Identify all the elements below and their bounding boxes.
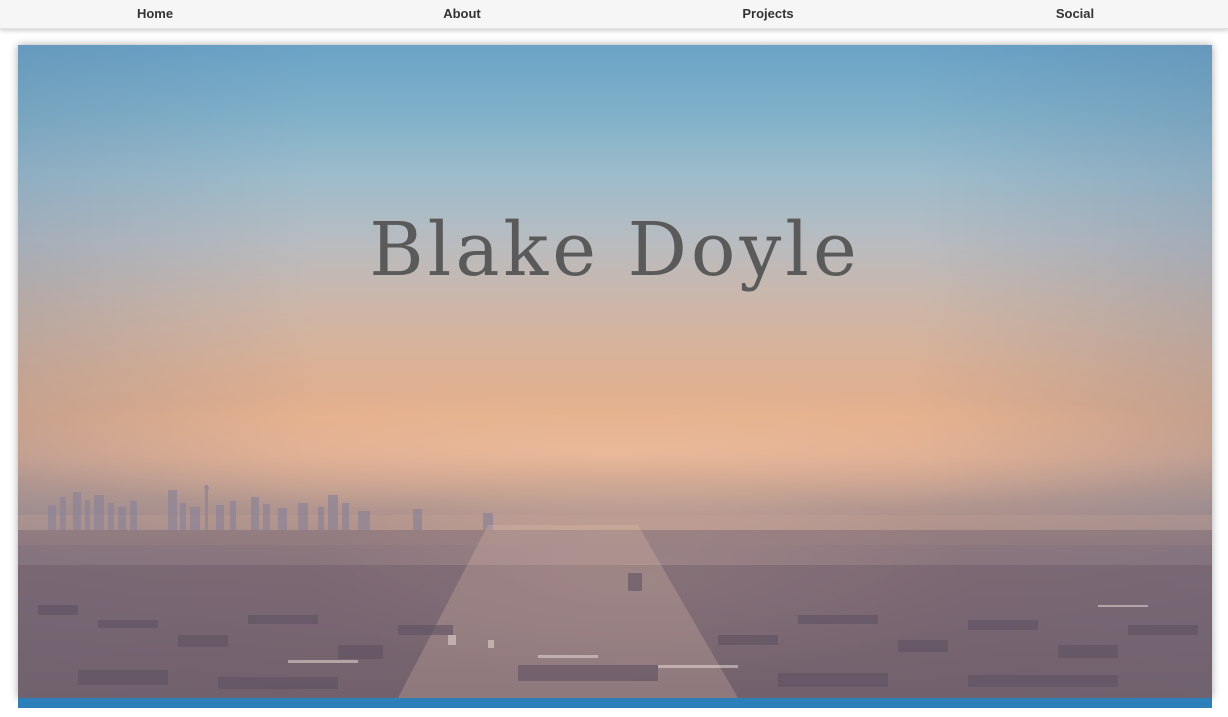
hero-banner: Blake Doyle [18, 45, 1212, 698]
nav-about-link[interactable]: About [310, 0, 614, 28]
nav-social-link[interactable]: Social [922, 0, 1228, 28]
hero-accent-bar [18, 698, 1212, 708]
top-nav: Home About Projects Social [0, 0, 1228, 29]
city-skyline-image [18, 485, 1212, 698]
nav-home-link[interactable]: Home [0, 0, 310, 28]
nav-projects-link[interactable]: Projects [614, 0, 922, 28]
hero-title: Blake Doyle [369, 207, 861, 293]
